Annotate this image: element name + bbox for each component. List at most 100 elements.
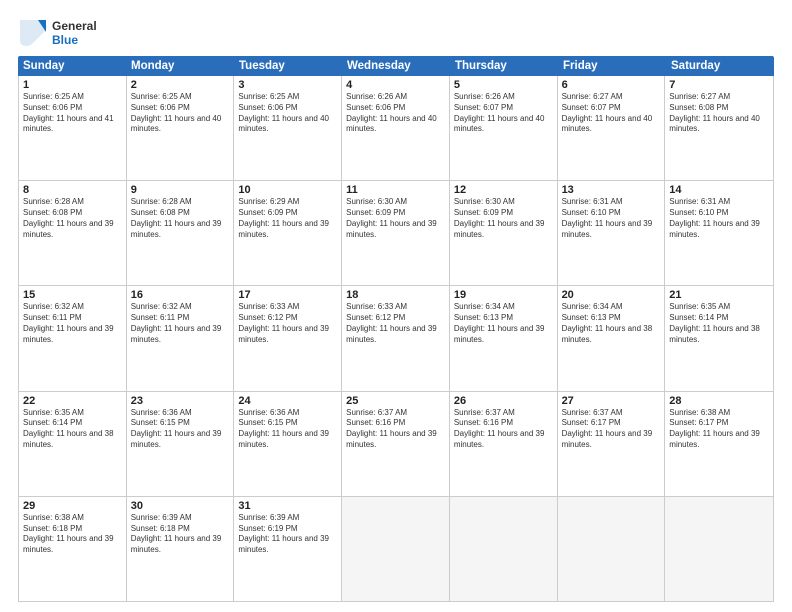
calendar-cell: 29Sunrise: 6:38 AMSunset: 6:18 PMDayligh… [19, 497, 127, 601]
day-number: 30 [131, 500, 230, 512]
logo-line2: Blue [52, 33, 97, 47]
calendar-cell: 22Sunrise: 6:35 AMSunset: 6:14 PMDayligh… [19, 392, 127, 496]
calendar-header-row: SundayMondayTuesdayWednesdayThursdayFrid… [18, 56, 774, 76]
header-day-thursday: Thursday [450, 56, 558, 76]
cell-details: Sunrise: 6:37 AMSunset: 6:17 PMDaylight:… [562, 408, 661, 451]
calendar-cell: 2Sunrise: 6:25 AMSunset: 6:06 PMDaylight… [127, 76, 235, 180]
calendar-cell: 27Sunrise: 6:37 AMSunset: 6:17 PMDayligh… [558, 392, 666, 496]
cell-details: Sunrise: 6:34 AMSunset: 6:13 PMDaylight:… [454, 302, 553, 345]
day-number: 10 [238, 184, 337, 196]
calendar-cell: 16Sunrise: 6:32 AMSunset: 6:11 PMDayligh… [127, 286, 235, 390]
header: General Blue [18, 18, 774, 48]
cell-details: Sunrise: 6:30 AMSunset: 6:09 PMDaylight:… [346, 197, 445, 240]
cell-details: Sunrise: 6:38 AMSunset: 6:18 PMDaylight:… [23, 513, 122, 556]
header-day-friday: Friday [558, 56, 666, 76]
day-number: 28 [669, 395, 769, 407]
logo-svg [18, 18, 48, 48]
day-number: 15 [23, 289, 122, 301]
logo: General Blue [18, 18, 97, 48]
cell-details: Sunrise: 6:31 AMSunset: 6:10 PMDaylight:… [669, 197, 769, 240]
day-number: 21 [669, 289, 769, 301]
day-number: 6 [562, 79, 661, 91]
calendar-cell: 26Sunrise: 6:37 AMSunset: 6:16 PMDayligh… [450, 392, 558, 496]
day-number: 13 [562, 184, 661, 196]
cell-details: Sunrise: 6:27 AMSunset: 6:07 PMDaylight:… [562, 92, 661, 135]
cell-details: Sunrise: 6:29 AMSunset: 6:09 PMDaylight:… [238, 197, 337, 240]
calendar-cell: 17Sunrise: 6:33 AMSunset: 6:12 PMDayligh… [234, 286, 342, 390]
calendar-cell: 9Sunrise: 6:28 AMSunset: 6:08 PMDaylight… [127, 181, 235, 285]
cell-details: Sunrise: 6:36 AMSunset: 6:15 PMDaylight:… [131, 408, 230, 451]
calendar-cell [558, 497, 666, 601]
cell-details: Sunrise: 6:28 AMSunset: 6:08 PMDaylight:… [23, 197, 122, 240]
day-number: 3 [238, 79, 337, 91]
day-number: 11 [346, 184, 445, 196]
calendar-week-5: 29Sunrise: 6:38 AMSunset: 6:18 PMDayligh… [19, 497, 773, 601]
day-number: 26 [454, 395, 553, 407]
calendar-cell: 5Sunrise: 6:26 AMSunset: 6:07 PMDaylight… [450, 76, 558, 180]
logo-text: General Blue [52, 19, 97, 48]
cell-details: Sunrise: 6:30 AMSunset: 6:09 PMDaylight:… [454, 197, 553, 240]
header-day-sunday: Sunday [18, 56, 126, 76]
header-day-monday: Monday [126, 56, 234, 76]
calendar-cell: 24Sunrise: 6:36 AMSunset: 6:15 PMDayligh… [234, 392, 342, 496]
page: General Blue SundayMondayTuesdayWednesda… [0, 0, 792, 612]
calendar-body: 1 Sunrise: 6:25 AMSunset: 6:06 PMDaylight… [18, 76, 774, 602]
calendar-cell: 13Sunrise: 6:31 AMSunset: 6:10 PMDayligh… [558, 181, 666, 285]
day-number: 16 [131, 289, 230, 301]
calendar-cell: 1Sunrise: 6:25 AMSunset: 6:06 PMDaylight… [19, 76, 127, 180]
calendar-week-4: 22Sunrise: 6:35 AMSunset: 6:14 PMDayligh… [19, 392, 773, 497]
cell-details: Sunrise: 6:39 AMSunset: 6:18 PMDaylight:… [131, 513, 230, 556]
cell-details: Sunrise: 6:38 AMSunset: 6:17 PMDaylight:… [669, 408, 769, 451]
day-number: 12 [454, 184, 553, 196]
calendar-cell: 28Sunrise: 6:38 AMSunset: 6:17 PMDayligh… [665, 392, 773, 496]
cell-details: Sunrise: 6:31 AMSunset: 6:10 PMDaylight:… [562, 197, 661, 240]
day-number: 25 [346, 395, 445, 407]
cell-details: Sunrise: 6:37 AMSunset: 6:16 PMDaylight:… [346, 408, 445, 451]
cell-details: Sunrise: 6:26 AMSunset: 6:07 PMDaylight:… [454, 92, 553, 135]
cell-details: Sunrise: 6:26 AMSunset: 6:06 PMDaylight:… [346, 92, 445, 135]
cell-details: Sunrise: 6:25 AMSunset: 6:06 PMDaylight:… [131, 92, 230, 135]
calendar-cell: 10Sunrise: 6:29 AMSunset: 6:09 PMDayligh… [234, 181, 342, 285]
day-number: 24 [238, 395, 337, 407]
day-number: 8 [23, 184, 122, 196]
day-number: 19 [454, 289, 553, 301]
calendar-cell: 31Sunrise: 6:39 AMSunset: 6:19 PMDayligh… [234, 497, 342, 601]
calendar-cell: 25Sunrise: 6:37 AMSunset: 6:16 PMDayligh… [342, 392, 450, 496]
calendar-cell: 18Sunrise: 6:33 AMSunset: 6:12 PMDayligh… [342, 286, 450, 390]
day-number: 23 [131, 395, 230, 407]
calendar-cell: 7Sunrise: 6:27 AMSunset: 6:08 PMDaylight… [665, 76, 773, 180]
day-number: 22 [23, 395, 122, 407]
calendar-cell [342, 497, 450, 601]
cell-details: Sunrise: 6:35 AMSunset: 6:14 PMDaylight:… [23, 408, 122, 451]
day-number: 27 [562, 395, 661, 407]
day-number: 5 [454, 79, 553, 91]
cell-details: Sunrise: 6:33 AMSunset: 6:12 PMDaylight:… [346, 302, 445, 345]
day-number: 7 [669, 79, 769, 91]
cell-details: Sunrise: 6:32 AMSunset: 6:11 PMDaylight:… [131, 302, 230, 345]
calendar-week-3: 15Sunrise: 6:32 AMSunset: 6:11 PMDayligh… [19, 286, 773, 391]
day-number: 31 [238, 500, 337, 512]
calendar-cell: 23Sunrise: 6:36 AMSunset: 6:15 PMDayligh… [127, 392, 235, 496]
cell-details: Sunrise: 6:28 AMSunset: 6:08 PMDaylight:… [131, 197, 230, 240]
calendar-cell [665, 497, 773, 601]
cell-details: Sunrise: 6:37 AMSunset: 6:16 PMDaylight:… [454, 408, 553, 451]
cell-details: Sunrise: 6:32 AMSunset: 6:11 PMDaylight:… [23, 302, 122, 345]
calendar-cell: 8Sunrise: 6:28 AMSunset: 6:08 PMDaylight… [19, 181, 127, 285]
calendar-cell: 20Sunrise: 6:34 AMSunset: 6:13 PMDayligh… [558, 286, 666, 390]
day-number: 1 [23, 79, 122, 91]
calendar-cell: 11Sunrise: 6:30 AMSunset: 6:09 PMDayligh… [342, 181, 450, 285]
calendar-cell: 3Sunrise: 6:25 AMSunset: 6:06 PMDaylight… [234, 76, 342, 180]
calendar-cell: 30Sunrise: 6:39 AMSunset: 6:18 PMDayligh… [127, 497, 235, 601]
cell-details: Sunrise: 6:25 AMSunset: 6:06 PMDaylight:… [238, 92, 337, 135]
day-number: 4 [346, 79, 445, 91]
header-day-tuesday: Tuesday [234, 56, 342, 76]
day-number: 29 [23, 500, 122, 512]
day-number: 14 [669, 184, 769, 196]
calendar: SundayMondayTuesdayWednesdayThursdayFrid… [18, 56, 774, 602]
day-number: 9 [131, 184, 230, 196]
day-number: 2 [131, 79, 230, 91]
header-day-saturday: Saturday [666, 56, 774, 76]
calendar-cell: 12Sunrise: 6:30 AMSunset: 6:09 PMDayligh… [450, 181, 558, 285]
cell-details: Sunrise: 6:36 AMSunset: 6:15 PMDaylight:… [238, 408, 337, 451]
cell-details: Sunrise: 6:33 AMSunset: 6:12 PMDaylight:… [238, 302, 337, 345]
